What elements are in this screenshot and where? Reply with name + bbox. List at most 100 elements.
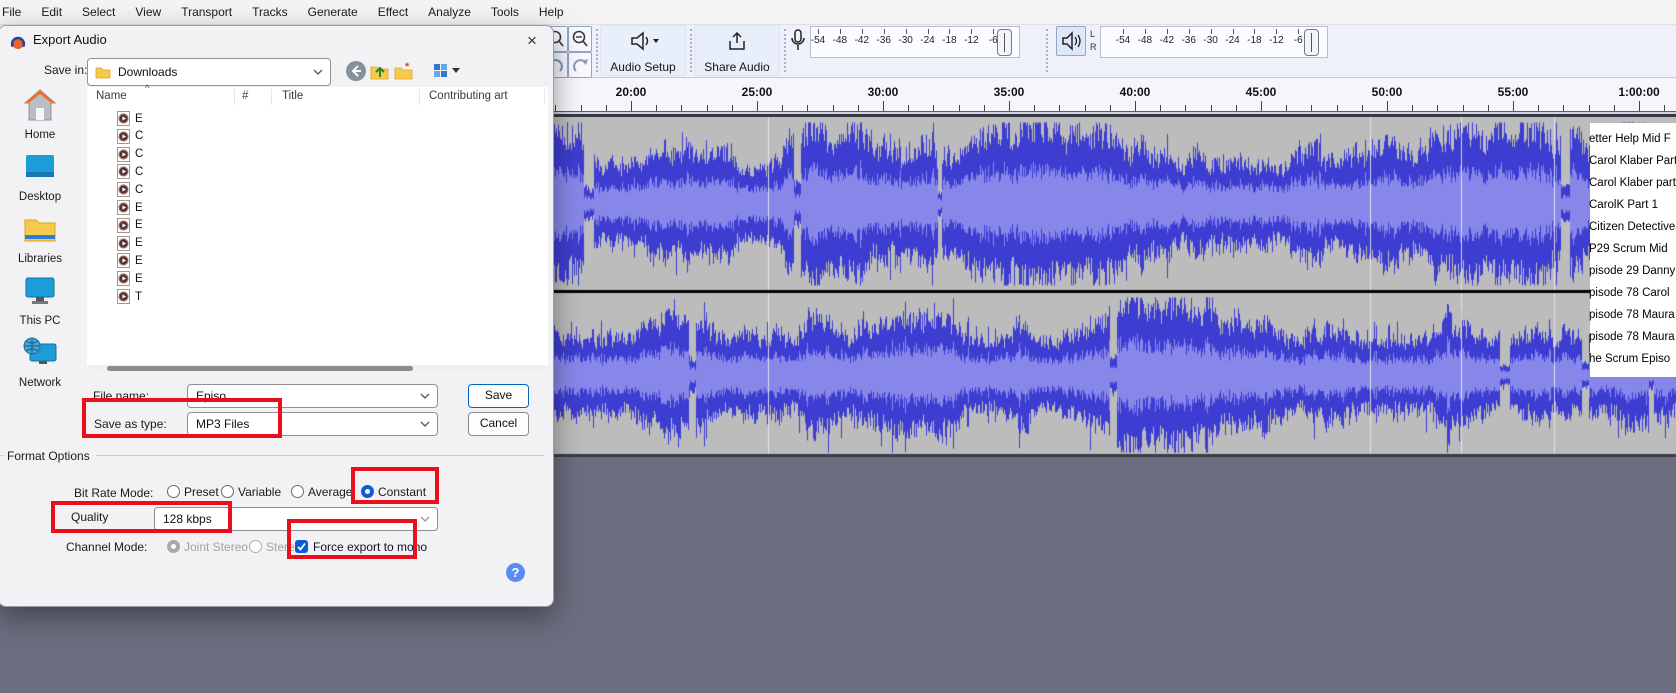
menu-item-view[interactable]: View	[125, 0, 171, 24]
menu-item-file[interactable]: File	[0, 0, 31, 24]
menu-item-tracks[interactable]: Tracks	[242, 0, 298, 24]
column-header-title[interactable]: Title	[282, 90, 303, 102]
clip-name-item[interactable]: P29 Scrum Mid	[1589, 238, 1676, 260]
file-row[interactable]: E	[117, 217, 143, 233]
bit-rate-radio-variable[interactable]	[221, 485, 234, 498]
menu-item-select[interactable]: Select	[72, 0, 125, 24]
file-row[interactable]: C	[117, 182, 143, 198]
file-row[interactable]: E	[117, 200, 143, 215]
folder-icon	[95, 67, 111, 79]
menu-item-analyze[interactable]: Analyze	[418, 0, 481, 24]
audio-setup-button[interactable]: Audio Setup	[600, 25, 686, 76]
clip-name-item[interactable]: he Scrum Episo	[1589, 348, 1676, 370]
file-name-text: E	[135, 272, 143, 285]
clip-name-item[interactable]: pisode 29 Danny	[1589, 260, 1676, 282]
file-list[interactable]: Name # Title Contributing art ^ ECCCCEEEEET	[87, 83, 548, 365]
save-as-type-combobox[interactable]: MP3 Files	[187, 412, 438, 436]
menu-item-tools[interactable]: Tools	[481, 0, 529, 24]
menu-item-transport[interactable]: Transport	[171, 0, 242, 24]
playback-meter[interactable]: -54 -48 -42 -36 -30 -24 -18 -12 -6	[1100, 26, 1328, 58]
horizontal-scrollbar[interactable]	[89, 365, 545, 372]
menu-item-edit[interactable]: Edit	[31, 0, 72, 24]
meter-tick	[818, 29, 819, 34]
file-row[interactable]: E	[117, 111, 143, 126]
column-separator[interactable]	[544, 89, 545, 105]
clip-name-item[interactable]: Carol Klaber part	[1589, 172, 1676, 194]
place-this-pc[interactable]: This PC	[0, 274, 84, 327]
toolbar-grip[interactable]	[1046, 29, 1048, 72]
clip-name-item[interactable]: Citizen Detective	[1589, 216, 1676, 238]
scrollbar-thumb[interactable]	[107, 366, 413, 371]
force-mono-checkbox[interactable]	[295, 540, 308, 553]
bit-rate-radio-constant[interactable]	[361, 485, 374, 498]
clip-name-item[interactable]: etter Help Mid F	[1589, 128, 1676, 150]
menu-item-help[interactable]: Help	[529, 0, 574, 24]
file-row[interactable]: E	[117, 235, 143, 251]
toolbar-grip[interactable]	[784, 29, 786, 72]
close-icon[interactable]: ×	[520, 29, 544, 53]
file-row[interactable]: C	[117, 146, 143, 162]
ruler-major-tick	[1513, 101, 1514, 111]
meter-tick	[839, 29, 841, 34]
clip-name-item[interactable]: Carol Klaber Part	[1589, 150, 1676, 172]
clip-name-item[interactable]: CarolK Part 1	[1589, 194, 1676, 216]
channel-mode-radio-stereo	[249, 540, 262, 553]
this-pc-icon	[0, 274, 84, 313]
toolbar-grip[interactable]	[596, 29, 598, 72]
column-separator[interactable]	[234, 89, 235, 105]
place-label: Network	[18, 377, 62, 389]
save-in-combobox[interactable]: Downloads	[87, 58, 331, 86]
column-separator[interactable]	[419, 89, 420, 105]
place-libraries[interactable]: Libraries	[0, 212, 84, 265]
recording-meter[interactable]: -54 -48 -42 -36 -30 -24 -18 -12 -6	[810, 26, 1020, 58]
toolbar-grip[interactable]	[690, 29, 692, 72]
view-menu-button[interactable]	[433, 61, 465, 81]
place-label: Libraries	[17, 253, 63, 265]
file-name-label: File name:	[93, 389, 150, 403]
place-desktop[interactable]: Desktop	[0, 150, 84, 203]
redo-button[interactable]	[568, 52, 592, 78]
file-row[interactable]: E	[117, 253, 143, 269]
ruler-time-label: 45:00	[1245, 85, 1277, 99]
file-row[interactable]: T	[117, 289, 142, 304]
playback-speaker-button[interactable]	[1056, 26, 1086, 56]
clip-name-item[interactable]: pisode 78 Carol	[1589, 282, 1676, 304]
up-one-level-button[interactable]	[370, 61, 390, 81]
save-button[interactable]: Save	[468, 384, 529, 408]
share-audio-button[interactable]: Share Audio	[694, 25, 780, 76]
new-folder-button[interactable]: *	[394, 61, 414, 81]
help-button[interactable]: ?	[506, 563, 525, 582]
bit-rate-radio-average[interactable]	[291, 485, 304, 498]
place-home[interactable]: Home	[0, 88, 84, 141]
column-header-number[interactable]: #	[242, 90, 248, 102]
column-header-name[interactable]: Name	[96, 90, 127, 102]
save-in-label: Save in:	[44, 63, 88, 77]
file-name-combobox[interactable]: Episo	[187, 384, 438, 408]
share-upload-icon	[729, 31, 745, 50]
clip-name-item[interactable]: pisode 78 Maura	[1589, 304, 1676, 326]
meter-tick	[1123, 29, 1124, 34]
file-row[interactable]: C	[117, 128, 143, 144]
media-file-icon	[117, 235, 130, 251]
place-network[interactable]: Network	[0, 336, 84, 389]
quality-combobox[interactable]: 128 kbps	[154, 507, 438, 531]
file-name-text: E	[135, 237, 143, 250]
cancel-button[interactable]: Cancel	[468, 412, 529, 436]
file-row[interactable]: C	[117, 164, 143, 180]
column-separator[interactable]	[271, 89, 272, 105]
clip-name-item[interactable]: pisode 78 Maura	[1589, 326, 1676, 348]
bit-rate-radio-label: Constant	[378, 485, 427, 499]
menu-item-effect[interactable]: Effect	[368, 0, 418, 24]
chevron-down-icon	[313, 69, 323, 75]
file-name-text: T	[135, 290, 143, 303]
folder-up-icon	[370, 66, 389, 80]
back-button[interactable]	[346, 61, 366, 81]
bit-rate-radio-preset[interactable]	[167, 485, 180, 498]
menu-item-generate[interactable]: Generate	[298, 0, 368, 24]
zoom-out-button[interactable]	[568, 26, 592, 52]
ruler-major-tick	[631, 101, 632, 111]
file-row[interactable]: E	[117, 271, 143, 287]
ruler-time-label: 50:00	[1371, 85, 1403, 99]
column-header-contributing-art[interactable]: Contributing art	[429, 90, 508, 102]
place-label: Desktop	[18, 191, 62, 203]
